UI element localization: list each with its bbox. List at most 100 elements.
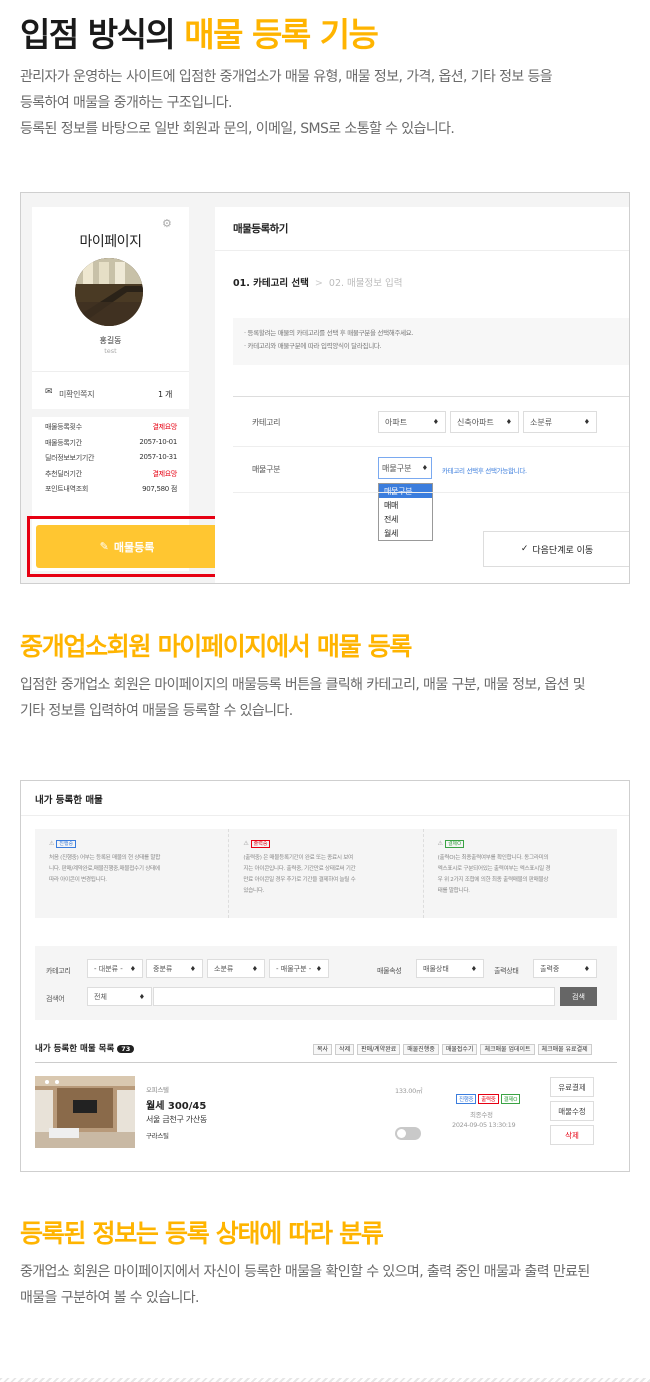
item-badges: 진행중 출력중 결제O bbox=[456, 1094, 521, 1104]
gear-icon[interactable]: ⚙ bbox=[162, 217, 172, 230]
caret-icon: ♦ bbox=[470, 964, 477, 973]
stat-label: 추천딜러기간 bbox=[45, 469, 82, 478]
filter-cat1[interactable]: - 대분류 - ♦ bbox=[87, 959, 143, 978]
info-column: ⚠ 진행중 처음 (진행중) 어부는 등록된 매물의 현 상태를 말합 니다. 판매… bbox=[35, 829, 230, 918]
user-id: test bbox=[104, 347, 117, 355]
stat-label: 딜러정보보기기간 bbox=[45, 454, 95, 462]
select-value: 매물상태 bbox=[423, 964, 449, 973]
item-photo[interactable] bbox=[35, 1076, 135, 1148]
info-column: ⚠ 결제O (출력O)는 최종출력여부를 확인합니다. 동그라미의 엑스표시로 구분… bbox=[424, 829, 617, 918]
stat-value: 결제요망 bbox=[152, 469, 177, 478]
type-label: 매물구분 bbox=[252, 465, 281, 474]
stat-row: 딜러정보보기기간 2057-10-31 bbox=[45, 453, 177, 469]
item-price[interactable]: 월세 300/45 bbox=[146, 1097, 206, 1112]
info-line: (출력중) 은 매물등록기간이 완료 또는 종료시 보여 bbox=[243, 855, 353, 861]
action-button[interactable]: 복사 bbox=[313, 1044, 333, 1055]
filter-attr-label: 매물속성 bbox=[377, 967, 402, 975]
action-button[interactable]: 삭제 bbox=[335, 1044, 355, 1055]
check-icon: ✓ bbox=[520, 544, 529, 554]
filter-box: 카테고리 - 대분류 - ♦ 중분류 ♦ 소분류 ♦ - 매물구분 - ♦ 매물속성 매… bbox=[35, 946, 617, 1020]
action-button[interactable]: 매물접수기 bbox=[441, 1044, 478, 1055]
badge-paid: 결제O bbox=[500, 1094, 521, 1104]
stat-label: 매물등록기간 bbox=[45, 438, 82, 447]
filter-search-scope[interactable]: 전체 ♦ bbox=[87, 987, 152, 1006]
info-badge: 진행중 bbox=[56, 840, 77, 848]
info-line: (출력O)는 최종출력여부를 확인합니다. 동그라미의 bbox=[437, 855, 549, 861]
stat-value: 907,580 점 bbox=[142, 485, 177, 493]
info-badge: 결제O bbox=[444, 840, 465, 848]
info-line: 처음 (진행중) 어부는 등록된 매물의 현 상태를 말합 bbox=[49, 855, 161, 861]
item-toggle[interactable] bbox=[395, 1127, 421, 1140]
next-step-button[interactable]: ✓ 다음단계로 이동 bbox=[483, 531, 629, 567]
select-value: 신축아파트 bbox=[457, 417, 494, 427]
stats-list: 매물등록횟수 결제요망 매물등록기간 2057-10-01 딜러정보보기기간 2057-1… bbox=[45, 422, 177, 500]
select-value: 출력중 bbox=[540, 964, 560, 973]
info-box: ⚠ 진행중 처음 (진행중) 어부는 등록된 매물의 현 상태를 말합 니다. 판매… bbox=[35, 829, 617, 918]
select-value: 아파트 bbox=[385, 417, 408, 427]
filter-attr[interactable]: 매물상태 ♦ bbox=[416, 959, 484, 978]
unread-count: 1 개 bbox=[158, 390, 173, 399]
action-button[interactable]: 체크매물 업데이트 bbox=[480, 1044, 535, 1055]
notice-box: · 등록할려는 매물의 카테고리를 선택 후 매물구분을 선택해주세요. · 카… bbox=[233, 318, 629, 365]
category-label: 카테고리 bbox=[252, 418, 281, 427]
info-head: ⚠ 출력중 bbox=[243, 840, 412, 848]
dropdown-option[interactable]: 월세 bbox=[379, 526, 432, 540]
action-button[interactable]: 판매/계약완료 bbox=[357, 1044, 401, 1055]
info-column: ⚠ 출력중 (출력중) 은 매물등록기간이 완료 또는 종료시 보여 지는 아이콘입… bbox=[229, 829, 424, 918]
filter-type[interactable]: - 매물구분 - ♦ bbox=[269, 959, 329, 978]
item-agency: 구라스틸 bbox=[146, 1132, 169, 1140]
avatar-photo bbox=[75, 258, 143, 326]
category-select-3[interactable]: 소분류 ♦ bbox=[523, 411, 597, 433]
category-select-1[interactable]: 아파트 ♦ bbox=[378, 411, 446, 433]
dropdown-option[interactable]: 매매 bbox=[379, 498, 432, 512]
info-line: 태를 말합니다. bbox=[437, 888, 470, 894]
item-date: 2024-09-05 13:30:19 bbox=[452, 1121, 516, 1129]
action-button[interactable]: 매물진행중 bbox=[403, 1044, 439, 1055]
divider bbox=[215, 250, 629, 251]
unread-label[interactable]: 미확인쪽지 bbox=[59, 389, 95, 400]
search-button[interactable]: 검색 bbox=[560, 987, 597, 1006]
step-nav: 01. 카테고리 선택 > 02. 매물정보 입력 bbox=[233, 275, 403, 289]
title-highlight: 매물 등록 기능 bbox=[184, 15, 379, 54]
type-hint: 카테고리 선택후 선택가능합니다. bbox=[442, 467, 527, 475]
filter-cat2[interactable]: 중분류 ♦ bbox=[146, 959, 203, 978]
caret-icon: ♦ bbox=[583, 964, 590, 973]
type-select[interactable]: 매물구분 ♦ bbox=[378, 457, 432, 479]
section2-desc: 입점한 중개업소 회원은 마이페이지의 매물등록 버튼을 클릭해 카테고리, 매… bbox=[20, 672, 635, 724]
desc-line: 등록된 정보를 바탕으로 일반 회원과 문의, 이메일, SMS로 소통할 수 … bbox=[20, 121, 455, 137]
info-line: 엑스표시로 구분되어있는 출력여부는 엑스표시일 경 bbox=[437, 866, 551, 872]
register-button[interactable]: ✎ 매물등록 bbox=[36, 525, 218, 568]
filter-cat3[interactable]: 소분류 ♦ bbox=[207, 959, 265, 978]
caret-icon: ♦ bbox=[315, 964, 322, 973]
search-input[interactable] bbox=[153, 987, 555, 1006]
edit-button[interactable]: 매물수정 bbox=[550, 1101, 594, 1121]
mylist-title: 내가 등록한 매물 bbox=[35, 795, 103, 806]
desc-line: 입점한 중개업소 회원은 마이페이지의 매물등록 버튼을 클릭해 카테고리, 매… bbox=[20, 677, 586, 693]
desc-line: 기타 정보를 입력하여 매물을 등록할 수 있습니다. bbox=[20, 703, 293, 719]
divider bbox=[32, 409, 189, 417]
stat-value: 2057-10-31 bbox=[139, 453, 177, 461]
filter-out[interactable]: 출력중 ♦ bbox=[533, 959, 597, 978]
register-screenshot: ⚙ 마이페이지 홍길동 test ✉ 미확인쪽지 1 개 매물등록횟수 결제요망 매… bbox=[20, 192, 630, 584]
user-name: 홍길동 bbox=[99, 336, 122, 345]
list-title: 내가 등록한 매물 목록 bbox=[35, 1044, 115, 1054]
delete-button[interactable]: 삭제 bbox=[550, 1125, 594, 1145]
stat-label: 포인트내역조회 bbox=[45, 485, 88, 493]
pay-button[interactable]: 유료결제 bbox=[550, 1077, 594, 1097]
filter-category-label: 카테고리 bbox=[46, 967, 71, 975]
info-line: 만료 아이콘일 경우 추가로 기간을 결제하여 늘릴 수 bbox=[243, 877, 356, 883]
caret-icon: ♦ bbox=[129, 964, 136, 973]
room-image bbox=[35, 1076, 135, 1148]
title-plain: 입점 방식의 bbox=[20, 15, 185, 54]
stat-row: 매물등록횟수 결제요망 bbox=[45, 422, 177, 438]
desc-line: 매물을 구분하여 볼 수 있습니다. bbox=[20, 1290, 199, 1306]
dropdown-option[interactable]: 전세 bbox=[379, 512, 432, 526]
badge-progress: 진행중 bbox=[456, 1094, 477, 1104]
note-line: · 카테고리와 매물구분에 따라 입력양식이 달라집니다. bbox=[244, 342, 382, 350]
stat-row: 포인트내역조회 907,580 점 bbox=[45, 484, 177, 500]
caret-icon: ♦ bbox=[189, 964, 196, 973]
category-select-2[interactable]: 신축아파트 ♦ bbox=[450, 411, 519, 433]
dropdown-option[interactable]: 매물구분 bbox=[379, 484, 432, 498]
action-button[interactable]: 체크매물 유료결제 bbox=[537, 1044, 592, 1055]
filter-out-label: 출력상태 bbox=[494, 967, 519, 975]
